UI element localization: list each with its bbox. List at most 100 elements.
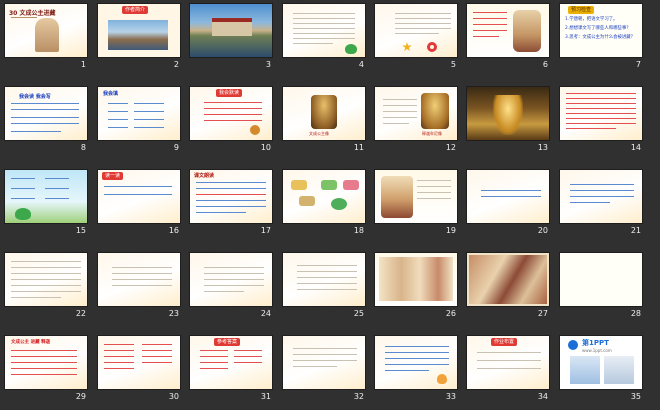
slide-thumb-27[interactable]: 27 [467, 253, 549, 320]
slide-number: 12 [445, 143, 456, 152]
slide-11-canvas: 文成公主像 [283, 87, 365, 140]
slide-thumb-12[interactable]: 释迦牟尼像 12 [375, 87, 457, 154]
text-line [570, 184, 634, 185]
slide-number: 25 [353, 309, 364, 318]
slide-24-canvas [190, 253, 272, 306]
slide-thumb-28[interactable]: 28 [560, 253, 642, 320]
slide-number: 21 [630, 226, 641, 235]
slide-thumb-8[interactable]: 我会读 我会写 8 [5, 87, 87, 154]
text-line [11, 131, 61, 132]
buddha-statue-image [311, 95, 337, 129]
text-line [104, 344, 134, 345]
slide-thumb-14[interactable]: 14 [560, 87, 642, 154]
slide-15-canvas [5, 170, 87, 223]
slide-thumb-31[interactable]: 参考答案 31 [190, 336, 272, 403]
question-1: 1.学唐朝，把语文学习了。 [565, 17, 618, 22]
text-line [566, 108, 636, 109]
slide-thumb-23[interactable]: 23 [98, 253, 180, 320]
text-line [297, 271, 357, 272]
text-line [383, 111, 417, 112]
slide-thumb-5[interactable]: 5 [375, 4, 457, 71]
slide-sorter: 30 文成公主进藏 1 作者简介 2 3 4 5 6 预习检查 1.学唐朝，把语… [0, 0, 660, 410]
slide-thumb-32[interactable]: 32 [283, 336, 365, 403]
slide-thumb-13[interactable]: 13 [467, 87, 549, 154]
text-line [104, 368, 134, 369]
slide-10-banner: 我会默读 [216, 89, 243, 97]
tree-image [331, 198, 347, 210]
slide-3-canvas [190, 4, 272, 57]
slide-thumb-9[interactable]: 我会填 9 [98, 87, 180, 154]
slide-thumb-21[interactable]: 21 [560, 170, 642, 237]
text-line [108, 111, 128, 112]
slide-thumb-3[interactable]: 3 [190, 4, 272, 71]
text-line [293, 33, 355, 34]
slide-32-canvas [283, 336, 365, 389]
slide-thumb-22[interactable]: 22 [5, 253, 87, 320]
slide-thumb-16[interactable]: 读一读 16 [98, 170, 180, 237]
slide-thumb-24[interactable]: 24 [190, 253, 272, 320]
brand-url: www.1ppt.com [582, 348, 612, 353]
slide-number: 15 [75, 226, 86, 235]
slide-number: 20 [537, 226, 548, 235]
slide-7-banner: 预习检查 [568, 6, 595, 14]
text-line [142, 362, 172, 363]
slide-thumb-35[interactable]: 第1PPT www.1ppt.com 35 [560, 336, 642, 403]
slide-number: 2 [173, 60, 179, 69]
text-line [11, 368, 77, 369]
slide-33-canvas [375, 336, 457, 389]
tang-ladies-painting [381, 176, 413, 218]
slide-thumb-17[interactable]: 课文朗读 17 [190, 170, 272, 237]
text-line [196, 188, 266, 189]
slide-thumb-33[interactable]: 33 [375, 336, 457, 403]
slide-thumb-18[interactable]: 18 [283, 170, 365, 237]
slide-thumb-11[interactable]: 文成公主像 11 [283, 87, 365, 154]
slide-thumb-30[interactable]: 30 [98, 336, 180, 403]
text-line [395, 33, 439, 34]
slide-2-canvas: 作者简介 [98, 4, 180, 57]
slide-number: 10 [260, 143, 271, 152]
slide-10-canvas: 我会默读 [190, 87, 272, 140]
slide-thumb-7[interactable]: 预习检查 1.学唐朝，把语文学习了。 2.想想课文写了哪些人和哪些事？ 3.思考… [560, 4, 642, 71]
text-line [293, 38, 355, 39]
text-line [395, 13, 451, 14]
text-line [11, 267, 81, 268]
slide-number: 23 [168, 309, 179, 318]
slide-17-canvas: 课文朗读 [190, 170, 272, 223]
text-line [566, 118, 636, 119]
lifebuoy-icon [427, 42, 437, 52]
slide-22-canvas [5, 253, 87, 306]
slide-thumb-10[interactable]: 我会默读 10 [190, 87, 272, 154]
text-line [234, 362, 262, 363]
slide-thumb-29[interactable]: 文成公主 进藏 释迦 29 [5, 336, 87, 403]
text-line [417, 186, 451, 187]
text-line [11, 188, 35, 189]
slide-thumb-34[interactable]: 作业布置 34 [467, 336, 549, 403]
slide-thumb-26[interactable]: 26 [375, 253, 457, 320]
text-line [142, 356, 172, 357]
slide-12-canvas: 释迦牟尼像 [375, 87, 457, 140]
text-line [104, 356, 134, 357]
text-line [104, 350, 134, 351]
slide-thumb-2[interactable]: 作者简介 2 [98, 4, 180, 71]
slide-thumb-20[interactable]: 20 [467, 170, 549, 237]
text-line [417, 180, 451, 181]
text-line [395, 28, 451, 29]
text-line [104, 186, 172, 187]
text-line [293, 354, 357, 355]
slide-thumb-4[interactable]: 4 [283, 4, 365, 71]
text-line [481, 190, 541, 191]
slide-thumb-25[interactable]: 25 [283, 253, 365, 320]
image-caption: 释迦牟尼像 [422, 131, 442, 136]
slide-1-canvas: 30 文成公主进藏 [5, 4, 87, 57]
star-icon [402, 42, 412, 52]
text-line [11, 362, 77, 363]
text-line [297, 265, 357, 266]
slide-thumb-1[interactable]: 30 文成公主进藏 1 [5, 4, 87, 71]
slide-27-canvas [467, 253, 549, 306]
slide-thumb-19[interactable]: 19 [375, 170, 457, 237]
text-line [566, 113, 636, 114]
slide-thumb-6[interactable]: 6 [467, 4, 549, 71]
slide-6-canvas [467, 4, 549, 57]
text-line [293, 360, 357, 361]
slide-thumb-15[interactable]: 15 [5, 170, 87, 237]
